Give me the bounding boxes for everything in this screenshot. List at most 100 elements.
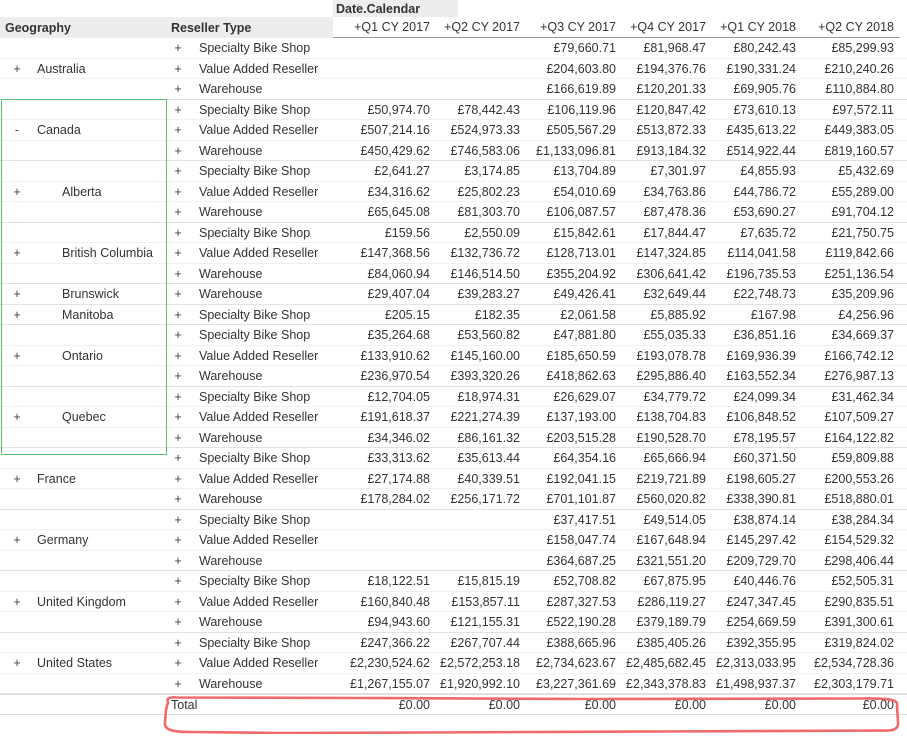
value-cell[interactable]: £85,299.93 bbox=[802, 38, 900, 59]
value-cell[interactable]: £385,405.26 bbox=[622, 633, 712, 654]
table-row[interactable]: +Warehouse£94,943.60£121,155.31£522,190.… bbox=[0, 612, 907, 633]
value-cell[interactable]: £205.15 bbox=[333, 305, 436, 326]
value-cell[interactable]: £119,842.66 bbox=[802, 243, 900, 264]
geography-label[interactable]: France bbox=[37, 469, 76, 490]
value-cell[interactable]: £2,734,623.67 bbox=[526, 653, 622, 674]
table-row[interactable]: +Warehouse£84,060.94£146,514.50£355,204.… bbox=[0, 264, 907, 285]
value-cell[interactable]: £2,485,682.45 bbox=[622, 653, 712, 674]
expand-icon[interactable]: + bbox=[171, 284, 185, 305]
expand-icon[interactable]: + bbox=[171, 592, 185, 613]
table-row[interactable]: +Ontario+Value Added Reseller£133,910.62… bbox=[0, 346, 907, 367]
expand-icon[interactable]: + bbox=[171, 387, 185, 408]
geography-label[interactable]: Germany bbox=[37, 530, 88, 551]
value-cell[interactable]: £298,406.44 bbox=[802, 551, 900, 572]
geography-label[interactable]: British Columbia bbox=[62, 243, 153, 264]
value-cell[interactable]: £247,347.45 bbox=[712, 592, 802, 613]
expand-icon[interactable]: + bbox=[171, 79, 185, 100]
expand-icon[interactable]: + bbox=[10, 592, 24, 613]
table-row[interactable]: +Australia+Value Added Reseller£204,603.… bbox=[0, 59, 907, 80]
geography-label[interactable]: United States bbox=[37, 653, 112, 674]
geography-label[interactable]: Brunswick bbox=[62, 284, 119, 305]
value-cell[interactable]: £81,303.70 bbox=[436, 202, 526, 223]
value-cell[interactable]: £86,161.32 bbox=[436, 428, 526, 449]
value-cell[interactable]: £319,824.02 bbox=[802, 633, 900, 654]
table-row[interactable]: +Warehouse£178,284.02£256,171.72£701,101… bbox=[0, 489, 907, 510]
value-cell[interactable]: £450,429.62 bbox=[333, 141, 436, 162]
reseller-type-label[interactable]: Specialty Bike Shop bbox=[199, 571, 310, 592]
value-cell[interactable]: £29,407.04 bbox=[333, 284, 436, 305]
value-cell[interactable]: £178,284.02 bbox=[333, 489, 436, 510]
value-cell[interactable]: £21,750.75 bbox=[802, 223, 900, 244]
value-cell[interactable] bbox=[436, 79, 526, 100]
expand-icon[interactable]: + bbox=[171, 653, 185, 674]
value-cell[interactable]: £40,446.76 bbox=[712, 571, 802, 592]
table-row[interactable]: +Specialty Bike Shop£79,660.71£81,968.47… bbox=[0, 38, 907, 59]
value-cell[interactable]: £169,936.39 bbox=[712, 346, 802, 367]
value-cell[interactable]: £53,690.27 bbox=[712, 202, 802, 223]
value-cell[interactable]: £2,303,179.71 bbox=[802, 674, 900, 695]
table-row[interactable]: +France+Value Added Reseller£27,174.88£4… bbox=[0, 469, 907, 490]
value-cell[interactable]: £209,729.70 bbox=[712, 551, 802, 572]
value-cell[interactable]: £185,650.59 bbox=[526, 346, 622, 367]
value-cell[interactable]: £160,840.48 bbox=[333, 592, 436, 613]
reseller-type-label[interactable]: Specialty Bike Shop bbox=[199, 38, 310, 59]
value-cell[interactable]: £67,875.95 bbox=[622, 571, 712, 592]
value-cell[interactable]: £128,713.01 bbox=[526, 243, 622, 264]
value-cell[interactable] bbox=[333, 530, 436, 551]
reseller-type-label[interactable]: Warehouse bbox=[199, 489, 262, 510]
value-cell[interactable]: £54,010.69 bbox=[526, 182, 622, 203]
value-cell[interactable]: £518,880.01 bbox=[802, 489, 900, 510]
table-row[interactable]: +United Kingdom+Value Added Reseller£160… bbox=[0, 592, 907, 613]
value-cell[interactable]: £34,316.62 bbox=[333, 182, 436, 203]
value-cell[interactable]: £3,174.85 bbox=[436, 161, 526, 182]
column-header-geography[interactable]: Geography bbox=[0, 17, 166, 38]
value-cell[interactable]: £2,061.58 bbox=[526, 305, 622, 326]
table-row[interactable]: +Specialty Bike Shop£2,641.27£3,174.85£1… bbox=[0, 161, 907, 182]
column-header-quarter-5[interactable]: +Q1 CY 2018 bbox=[712, 17, 802, 38]
value-cell[interactable]: £204,603.80 bbox=[526, 59, 622, 80]
value-cell[interactable]: £254,669.59 bbox=[712, 612, 802, 633]
expand-icon[interactable]: + bbox=[171, 469, 185, 490]
value-cell[interactable]: £449,383.05 bbox=[802, 120, 900, 141]
value-cell[interactable]: £25,802.23 bbox=[436, 182, 526, 203]
value-cell[interactable]: £2,534,728.36 bbox=[802, 653, 900, 674]
expand-icon[interactable]: + bbox=[171, 571, 185, 592]
value-cell[interactable]: £36,851.16 bbox=[712, 325, 802, 346]
reseller-type-label[interactable]: Value Added Reseller bbox=[199, 243, 318, 264]
value-cell[interactable]: £97,572.11 bbox=[802, 100, 900, 121]
expand-icon[interactable]: + bbox=[10, 59, 24, 80]
expand-icon[interactable]: + bbox=[171, 305, 185, 326]
reseller-type-label[interactable]: Value Added Reseller bbox=[199, 407, 318, 428]
reseller-type-label[interactable]: Specialty Bike Shop bbox=[199, 305, 310, 326]
value-cell[interactable]: £1,498,937.37 bbox=[712, 674, 802, 695]
value-cell[interactable]: £120,201.33 bbox=[622, 79, 712, 100]
value-cell[interactable]: £913,184.32 bbox=[622, 141, 712, 162]
value-cell[interactable]: £79,660.71 bbox=[526, 38, 622, 59]
value-cell[interactable]: £267,707.44 bbox=[436, 633, 526, 654]
value-cell[interactable]: £2,230,524.62 bbox=[333, 653, 436, 674]
value-cell[interactable]: £505,567.29 bbox=[526, 120, 622, 141]
value-cell[interactable]: £106,848.52 bbox=[712, 407, 802, 428]
value-cell[interactable]: £196,735.53 bbox=[712, 264, 802, 285]
reseller-type-label[interactable]: Value Added Reseller bbox=[199, 59, 318, 80]
value-cell[interactable]: £153,857.11 bbox=[436, 592, 526, 613]
table-row[interactable]: +Specialty Bike Shop£247,366.22£267,707.… bbox=[0, 633, 907, 654]
value-cell[interactable]: £32,649.44 bbox=[622, 284, 712, 305]
value-cell[interactable]: £73,610.13 bbox=[712, 100, 802, 121]
value-cell[interactable]: £290,835.51 bbox=[802, 592, 900, 613]
value-cell[interactable]: £114,041.58 bbox=[712, 243, 802, 264]
geography-label[interactable]: Ontario bbox=[62, 346, 103, 367]
value-cell[interactable]: £52,708.82 bbox=[526, 571, 622, 592]
expand-icon[interactable]: + bbox=[171, 223, 185, 244]
value-cell[interactable]: £94,943.60 bbox=[333, 612, 436, 633]
value-cell[interactable]: £522,190.28 bbox=[526, 612, 622, 633]
reseller-type-label[interactable]: Warehouse bbox=[199, 428, 262, 449]
value-cell[interactable]: £2,343,378.83 bbox=[622, 674, 712, 695]
value-cell[interactable]: £287,327.53 bbox=[526, 592, 622, 613]
value-cell[interactable]: £514,922.44 bbox=[712, 141, 802, 162]
reseller-type-label[interactable]: Warehouse bbox=[199, 284, 262, 305]
value-cell[interactable] bbox=[333, 59, 436, 80]
reseller-type-label[interactable]: Specialty Bike Shop bbox=[199, 325, 310, 346]
value-cell[interactable]: £286,119.27 bbox=[622, 592, 712, 613]
expand-icon[interactable]: + bbox=[171, 120, 185, 141]
